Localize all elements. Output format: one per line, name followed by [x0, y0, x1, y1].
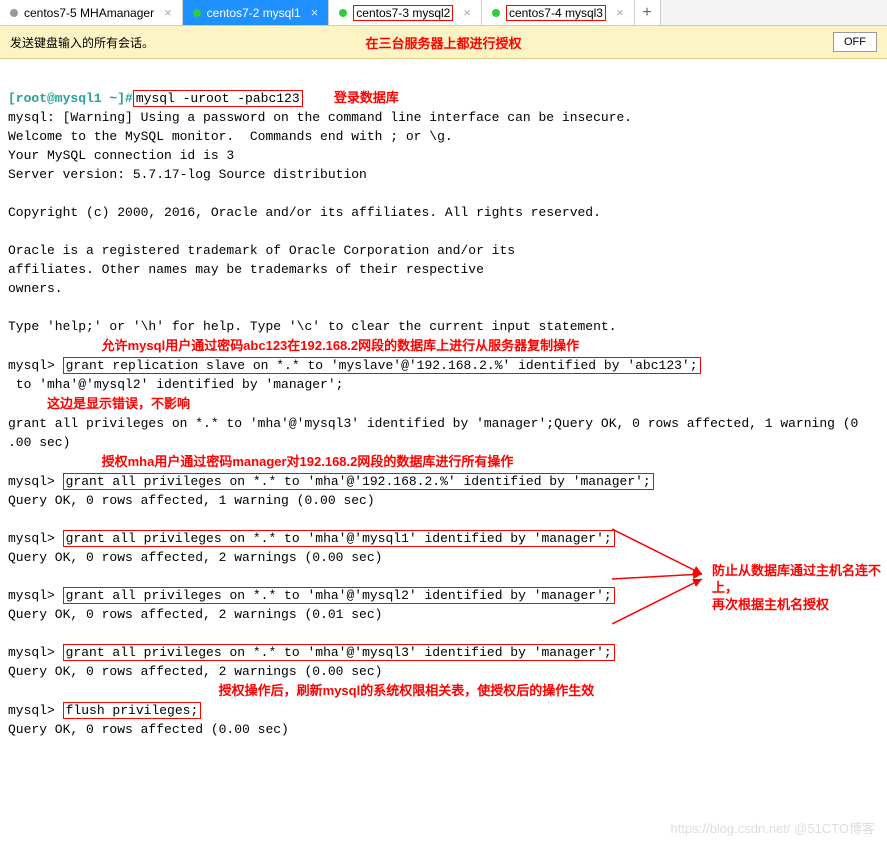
- tab-mysql3[interactable]: centos7-4 mysql3 ×: [482, 0, 635, 25]
- mysql-prompt: mysql>: [8, 531, 55, 546]
- output-line: Query OK, 0 rows affected, 2 warnings (0…: [8, 664, 382, 679]
- annotation-mha-grant: 授权mha用户通过密码manager对192.168.2网段的数据库进行所有操作: [102, 454, 514, 469]
- tab-label: centos7-3 mysql2: [353, 5, 453, 21]
- output-line: Query OK, 0 rows affected, 1 warning (0.…: [8, 493, 375, 508]
- status-dot-icon: [10, 9, 18, 17]
- terminal-output[interactable]: [root@mysql1 ~]#mysql -uroot -pabc123 登录…: [0, 59, 887, 844]
- mysql-prompt: mysql>: [8, 474, 55, 489]
- output-line: Query OK, 0 rows affected, 2 warnings (0…: [8, 607, 382, 622]
- tab-bar: centos7-5 MHAmanager× centos7-2 mysql1× …: [0, 0, 887, 26]
- output-line: Oracle is a registered trademark of Orac…: [8, 243, 515, 258]
- output-line: Server version: 5.7.17-log Source distri…: [8, 167, 367, 182]
- output-line: to 'mha'@'mysql2' identified by 'manager…: [8, 377, 343, 392]
- tab-mysql2[interactable]: centos7-3 mysql2 ×: [329, 0, 482, 25]
- close-icon[interactable]: ×: [311, 5, 319, 20]
- annotation-flush: 授权操作后，刷新mysql的系统权限相关表，使授权后的操作生效: [219, 683, 595, 698]
- info-bar: 发送键盘输入的所有会话。 在三台服务器上都进行授权 OFF: [0, 26, 887, 59]
- broadcast-label: 发送键盘输入的所有会话。: [10, 34, 154, 51]
- grant-mysql1-cmd: grant all privileges on *.* to 'mha'@'my…: [63, 530, 615, 547]
- output-line: Type 'help;' or '\h' for help. Type '\c'…: [8, 319, 617, 334]
- watermark: https://blog.csdn.net/ @51CTO博客: [671, 819, 875, 838]
- grant-mha-net-cmd: grant all privileges on *.* to 'mha'@'19…: [63, 473, 654, 490]
- tab-label: centos7-5 MHAmanager: [24, 6, 154, 20]
- annotation-login: 登录数据库: [334, 90, 399, 105]
- tab-mysql1[interactable]: centos7-2 mysql1 ×: [183, 0, 330, 25]
- close-icon[interactable]: ×: [616, 5, 624, 20]
- output-line: Copyright (c) 2000, 2016, Oracle and/or …: [8, 205, 601, 220]
- output-line: .00 sec): [8, 435, 70, 450]
- close-icon[interactable]: ×: [463, 5, 471, 20]
- tab-label: centos7-2 mysql1: [207, 6, 301, 20]
- output-line: mysql: [Warning] Using a password on the…: [8, 110, 632, 125]
- output-line: affiliates. Other names may be trademark…: [8, 262, 484, 277]
- add-tab-button[interactable]: +: [635, 0, 661, 25]
- tab-mhamanager[interactable]: centos7-5 MHAmanager ×: [0, 0, 183, 25]
- mysql-prompt: mysql>: [8, 645, 55, 660]
- off-button[interactable]: OFF: [833, 32, 877, 52]
- login-command: mysql -uroot -pabc123: [133, 90, 303, 107]
- tab-label: centos7-4 mysql3: [506, 5, 606, 21]
- grant-replication-cmd: grant replication slave on *.* to 'mysla…: [63, 357, 701, 374]
- grant-mysql2-cmd: grant all privileges on *.* to 'mha'@'my…: [63, 587, 615, 604]
- grant-mysql3-cmd: grant all privileges on *.* to 'mha'@'my…: [63, 644, 615, 661]
- status-dot-icon: [193, 9, 201, 17]
- output-line: owners.: [8, 281, 63, 296]
- output-line: Welcome to the MySQL monitor. Commands e…: [8, 129, 453, 144]
- output-line: Your MySQL connection id is 3: [8, 148, 234, 163]
- flush-cmd: flush privileges;: [63, 702, 202, 719]
- status-dot-icon: [492, 9, 500, 17]
- close-icon[interactable]: ×: [164, 5, 172, 20]
- annotation-three-servers: 在三台服务器上都进行授权: [365, 33, 521, 52]
- annotation-hostname: 防止从数据库通过主机名连不上，再次根据主机名授权: [712, 562, 882, 613]
- status-dot-icon: [339, 9, 347, 17]
- mysql-prompt: mysql>: [8, 703, 55, 718]
- annotation-display-error: 这边是显示错误，不影响: [47, 396, 190, 411]
- annotation-replication: 允许mysql用户通过密码abc123在192.168.2网段的数据库上进行从服…: [102, 338, 580, 353]
- output-line: Query OK, 0 rows affected (0.00 sec): [8, 722, 289, 737]
- mysql-prompt: mysql>: [8, 588, 55, 603]
- output-line: grant all privileges on *.* to 'mha'@'my…: [8, 416, 858, 431]
- mysql-prompt: mysql>: [8, 358, 55, 373]
- output-line: Query OK, 0 rows affected, 2 warnings (0…: [8, 550, 382, 565]
- shell-prompt: [root@mysql1 ~]#: [8, 91, 133, 106]
